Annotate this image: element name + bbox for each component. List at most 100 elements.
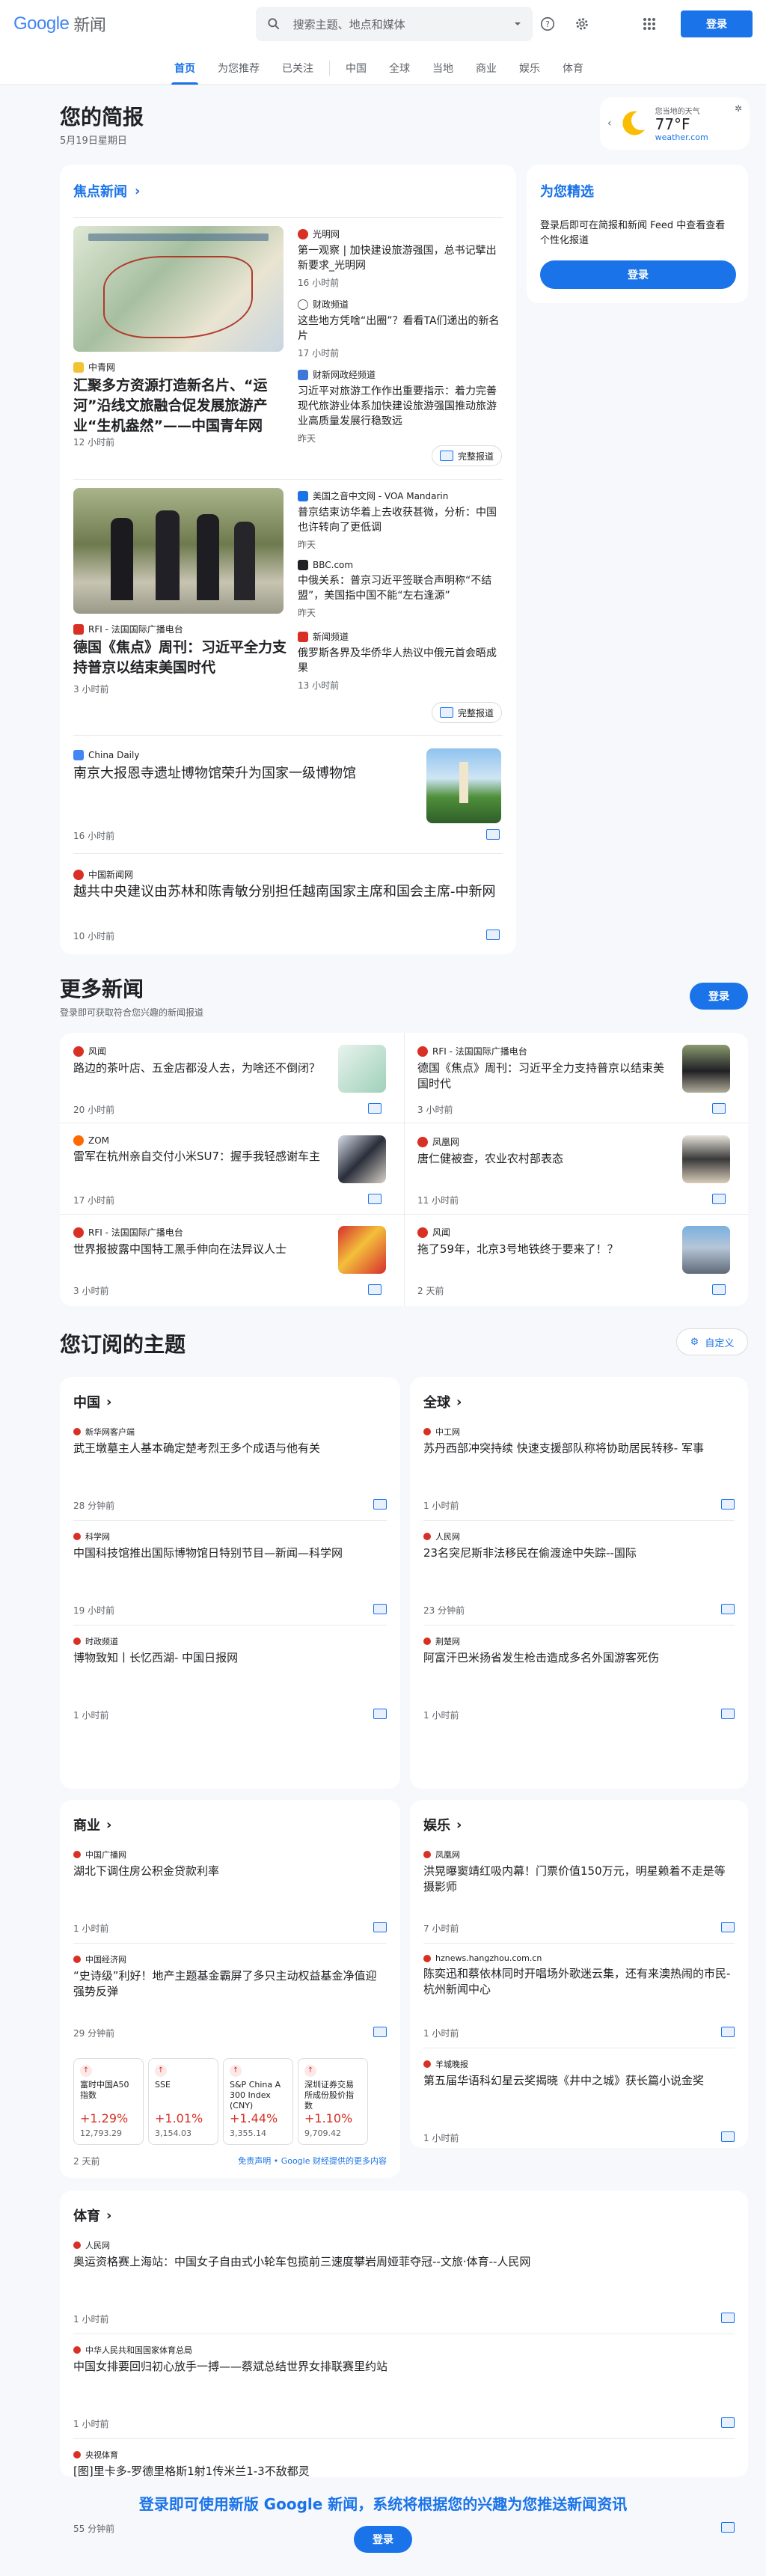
settings-gear-icon[interactable]	[567, 9, 597, 39]
full-coverage-icon[interactable]	[721, 1709, 735, 1719]
story-thumbnail[interactable]	[682, 1135, 730, 1183]
story-headline[interactable]: 唐仁健被查，农业农村部表态	[417, 1151, 672, 1167]
topic-story[interactable]: 荆楚网 阿富汗巴米扬省发生枪击造成多名外国游客死伤 1 小时前	[423, 1635, 735, 1725]
top-stories-link[interactable]: 焦点新闻 ›	[73, 181, 140, 201]
search-box[interactable]: 搜索主题、地点和媒体	[255, 7, 533, 41]
story-headline[interactable]: 博物致知丨长忆西湖- 中国日报网	[73, 1650, 387, 1666]
topic-story[interactable]: 中华人民共和国国家体育总局 中国女排要回归初心放手一搏——蔡斌总结世界女排联赛里约…	[73, 2344, 735, 2434]
weather-source[interactable]: weather.com	[655, 132, 735, 142]
story-thumbnail-pagoda[interactable]	[426, 748, 501, 823]
full-coverage-icon[interactable]	[373, 1922, 387, 1932]
story-thumbnail[interactable]	[338, 1045, 386, 1093]
full-coverage-icon[interactable]	[712, 1284, 726, 1295]
topic-story[interactable]: 新华网客户端 武王墩墓主人基本确定楚考烈王多个成语与他有关 28 分钟前	[73, 1426, 387, 1516]
full-coverage-icon[interactable]	[712, 1194, 726, 1204]
finance-disclaimer-link[interactable]: 免责声明 • Google 财经提供的更多内容	[238, 2155, 387, 2167]
more-news-item[interactable]: RFI - 法国国际广播电台 世界报披露中国特工黑手伸向在法异议人士 3 小时前	[73, 1226, 387, 1297]
story-headline[interactable]: 雷军在杭州亲自交付小米SU7：握手我轻感谢车主	[73, 1149, 328, 1165]
signin-button[interactable]: 登录	[681, 10, 753, 37]
topic-title-ent[interactable]: 娱乐 ›	[423, 1815, 462, 1834]
story-headline[interactable]: 中国科技馆推出国际博物馆日特别节目—新闻—科学网	[73, 1545, 387, 1561]
topic-story[interactable]: 中国经济网 “史诗级”利好！地产主题基金霸屏了多只主动权益基金净值迎强势反弹 29 …	[73, 1953, 387, 2043]
full-coverage-icon[interactable]	[721, 2417, 735, 2428]
story-thumbnail-canal-map[interactable]	[73, 226, 284, 352]
story-thumbnail-leaders-walking[interactable]	[73, 488, 284, 614]
full-coverage-icon[interactable]	[368, 1194, 382, 1204]
stock-card[interactable]: ↑ SSE +1.01% 3,154.03	[148, 2058, 218, 2145]
story-thumbnail[interactable]	[682, 1226, 730, 1274]
story-headline[interactable]: 德国《焦点》周刊：习近平全力支持普京以结束美国时代	[417, 1060, 672, 1092]
tab-entertainment[interactable]: 娱乐	[519, 47, 540, 85]
story-headline[interactable]: 陈奕迅和蔡依林同时开唱场外歌迷云集，还有来澳热闹的市民- 杭州新闻中心	[423, 1966, 735, 1997]
apps-grid-icon[interactable]	[634, 9, 664, 39]
search-input[interactable]: 搜索主题、地点和媒体	[293, 16, 513, 32]
full-coverage-icon[interactable]	[721, 1499, 735, 1510]
more-news-item[interactable]: 凤凰网 唐仁健被查，农业农村部表态 11 小时前	[417, 1135, 732, 1206]
more-news-signin-button[interactable]: 登录	[690, 983, 748, 1010]
topic-story[interactable]: 央视体育 [图]里卡多-罗德里格斯1射1传米兰1-3不敌都灵 55 分钟前	[73, 2449, 735, 2539]
story-thumbnail[interactable]	[682, 1045, 730, 1093]
full-coverage-icon[interactable]	[373, 1499, 387, 1510]
full-coverage-button[interactable]: 完整报道	[432, 702, 503, 723]
related-story[interactable]: BBC.com 中俄关系：普京习近平签联合声明称“不结盟”，美国指中国不能“左右…	[298, 560, 500, 619]
story-headline[interactable]: 苏丹西部冲突持续 快速支援部队称将协助居民转移- 军事	[423, 1441, 735, 1456]
full-coverage-icon[interactable]	[486, 930, 500, 940]
related-story[interactable]: 财新网政经频道 习近平对旅游工作作出重要指示：着力完善现代旅游业体系加快建设旅游…	[298, 368, 500, 445]
more-news-item[interactable]: 风闻 路边的茶叶店、五金店都没人去，为啥还不倒闭？ 20 小时前	[73, 1045, 387, 1116]
story-headline[interactable]: 路边的茶叶店、五金店都没人去，为啥还不倒闭？	[73, 1060, 328, 1076]
google-news-logo[interactable]: Google 新闻	[13, 12, 237, 36]
story-headline[interactable]: 世界报披露中国特工黑手伸向在法异议人士	[73, 1242, 328, 1257]
story-thumbnail[interactable]	[338, 1226, 386, 1274]
tab-china[interactable]: 中国	[346, 47, 367, 85]
topic-title-business[interactable]: 商业 ›	[73, 1815, 111, 1834]
full-coverage-icon[interactable]	[721, 2313, 735, 2323]
tab-business[interactable]: 商业	[476, 47, 497, 85]
story-headline[interactable]: 德国《焦点》周刊：习近平全力支持普京以结束美国时代	[73, 638, 290, 678]
topic-story[interactable]: 羊城晚报 第五届华语科幻星云奖揭晓《井中之城》获长篇小说金奖 1 小时前	[423, 2058, 735, 2148]
story-headline[interactable]: 汇聚多方资源打造新名片、“运河”沿线文旅融合促发展旅游产业“生机盎然”——中国青…	[73, 376, 290, 436]
story-headline[interactable]: 拖了59年，北京3号地铁终于要来了！？	[417, 1242, 672, 1257]
topic-story[interactable]: 科学网 中国科技馆推出国际博物馆日特别节目—新闻—科学网 19 小时前	[73, 1530, 387, 1620]
topic-story[interactable]: hznews.hangzhou.com.cn 陈奕迅和蔡依林同时开唱场外歌迷云集，…	[423, 1953, 735, 2043]
story-headline[interactable]: 23名突尼斯非法移民在偷渡途中失踪--国际	[423, 1545, 735, 1561]
related-story[interactable]: 光明网 第一观察 | 加快建设旅游强国，总书记擘出新要求_光明网 16 小时前	[298, 228, 500, 289]
search-icon[interactable]	[266, 16, 281, 31]
full-coverage-icon[interactable]	[486, 829, 500, 840]
tab-world[interactable]: 全球	[389, 47, 410, 85]
for-you-signin-button[interactable]: 登录	[540, 260, 736, 289]
full-coverage-icon[interactable]	[712, 1103, 726, 1114]
customize-button[interactable]: ⚙ 自定义	[676, 1328, 748, 1355]
tab-for-you[interactable]: 为您推荐	[218, 47, 260, 85]
story-headline[interactable]: [图]里卡多-罗德里格斯1射1传米兰1-3不敌都灵	[73, 2464, 735, 2479]
story-headline[interactable]: 湖北下调住房公积金贷款利率	[73, 1864, 387, 1879]
story-headline[interactable]: 中国女排要回归初心放手一搏——蔡斌总结世界女排联赛里约站	[73, 2359, 735, 2375]
full-coverage-icon[interactable]	[373, 2027, 387, 2037]
topic-story[interactable]: 中工网 苏丹西部冲突持续 快速支援部队称将协助居民转移- 军事 1 小时前	[423, 1426, 735, 1516]
topic-story[interactable]: 人民网 23名突尼斯非法移民在偷渡途中失踪--国际 23 分钟前	[423, 1530, 735, 1620]
topic-story[interactable]: 人民网 奥运资格赛上海站：中国女子自由式小轮车包揽前三速度攀岩周娅菲夺冠--文旅·…	[73, 2239, 735, 2329]
story-headline[interactable]: 武王墩墓主人基本确定楚考烈王多个成语与他有关	[73, 1441, 387, 1456]
story-headline[interactable]: 越共中央建议由苏林和陈青敏分别担任越南国家主席和国会主席-中新网	[73, 882, 500, 902]
full-coverage-icon[interactable]	[721, 2027, 735, 2037]
topic-title-global[interactable]: 全球 ›	[423, 1392, 462, 1411]
more-news-item[interactable]: 风闻 拖了59年，北京3号地铁终于要来了！？ 2 天前	[417, 1226, 732, 1297]
dropdown-arrow-icon[interactable]	[513, 19, 522, 28]
full-coverage-icon[interactable]	[721, 1922, 735, 1932]
related-story[interactable]: 美国之音中文网 - VOA Mandarin 普京结束访华着上去收获甚微，分析：…	[298, 489, 500, 551]
full-coverage-icon[interactable]	[373, 1709, 387, 1719]
weather-widget[interactable]: ‹ 您当地的天气 77°F weather.com ✲	[600, 97, 750, 150]
story-headline[interactable]: 第五届华语科幻星云奖揭晓《井中之城》获长篇小说金奖	[423, 2073, 735, 2089]
story-headline[interactable]: 奥运资格赛上海站：中国女子自由式小轮车包揽前三速度攀岩周娅菲夺冠--文旅·体育-…	[73, 2254, 735, 2270]
tab-home[interactable]: 首页	[171, 47, 198, 85]
tab-sports[interactable]: 体育	[563, 47, 583, 85]
full-coverage-icon[interactable]	[368, 1284, 382, 1295]
story-headline[interactable]: “史诗级”利好！地产主题基金霸屏了多只主动权益基金净值迎强势反弹	[73, 1968, 387, 2000]
story-headline[interactable]: 阿富汗巴米扬省发生枪击造成多名外国游客死伤	[423, 1650, 735, 1666]
topic-story[interactable]: 时政频道 博物致知丨长忆西湖- 中国日报网 1 小时前	[73, 1635, 387, 1725]
full-coverage-icon[interactable]	[721, 2131, 735, 2142]
story-headline[interactable]: 南京大报恩寺遗址博物馆荣升为国家一级博物馆	[73, 763, 417, 784]
stock-card[interactable]: ↑ 富时中国A50指数 +1.29% 12,793.29	[73, 2058, 144, 2145]
tab-local[interactable]: 当地	[432, 47, 453, 85]
story-headline[interactable]: 洪晃曝窦靖红吸内幕！门票价值150万元，明星赖着不走是等摄影师	[423, 1864, 735, 1895]
related-story[interactable]: 财政频道 这些地方凭啥“出圈”？看看TA们递出的新名片 17 小时前	[298, 298, 500, 359]
